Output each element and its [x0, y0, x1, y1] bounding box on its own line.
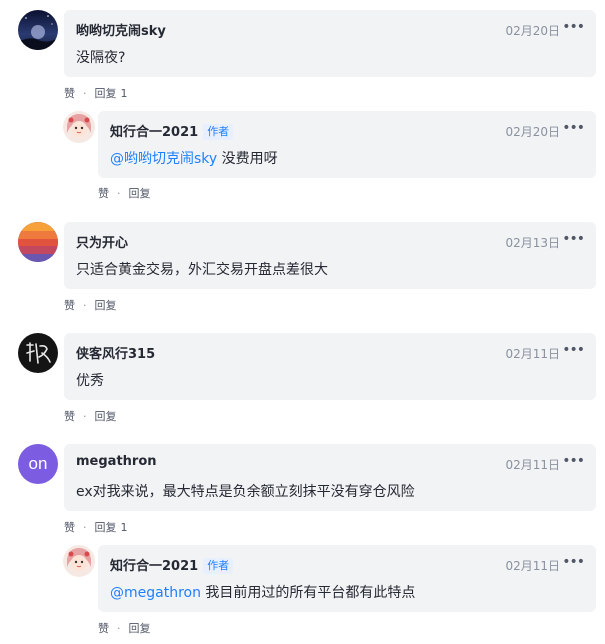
- user-avatar[interactable]: on: [18, 444, 58, 484]
- reply-label: 回复: [94, 521, 117, 534]
- doll-avatar: [63, 545, 95, 577]
- comment-actions: 赞 · 回复: [64, 297, 117, 313]
- doll-avatar: [63, 111, 95, 143]
- comment-text: @哟哟切克闹sky 没费用呀: [110, 148, 278, 168]
- comment-actions: 赞 · 回复 1: [64, 85, 128, 101]
- reply-button[interactable]: 回复: [129, 622, 151, 635]
- reply-bubble: 知行合一2021 作者 02月11日 ••• @megathron 我目前用过的所…: [98, 545, 596, 612]
- comment-actions: 赞 · 回复: [98, 620, 151, 636]
- comment-actions: 赞 · 回复: [98, 185, 151, 201]
- separator-dot: ·: [83, 299, 87, 312]
- like-button[interactable]: 赞: [64, 87, 75, 100]
- more-dots-icon[interactable]: •••: [562, 554, 585, 570]
- comment-actions: 赞 · 回复: [64, 408, 117, 424]
- night-sky-avatar: [18, 10, 58, 50]
- like-button[interactable]: 赞: [98, 187, 109, 200]
- more-dots-icon[interactable]: •••: [562, 342, 585, 358]
- reply-count: 1: [120, 87, 128, 100]
- comment-actions: 赞 · 回复 1: [64, 519, 128, 535]
- user-avatar[interactable]: [18, 10, 58, 50]
- initials-avatar: on: [28, 454, 48, 473]
- comment-date: 02月11日: [505, 458, 560, 472]
- username[interactable]: 知行合一2021: [110, 125, 198, 140]
- reply-button[interactable]: 回复: [95, 410, 117, 423]
- reply-button[interactable]: 回复 1: [95, 521, 128, 534]
- user-avatar[interactable]: [63, 111, 95, 143]
- reply-button[interactable]: 回复: [95, 299, 117, 312]
- user-avatar[interactable]: [18, 333, 58, 373]
- username[interactable]: 侠客风行315: [76, 343, 155, 362]
- comment-text: @megathron 我目前用过的所有平台都有此特点: [110, 582, 415, 602]
- more-dots-icon[interactable]: •••: [562, 120, 585, 136]
- mention-link[interactable]: @哟哟切克闹sky: [110, 151, 217, 167]
- reply-username-row: 知行合一2021 作者: [110, 555, 234, 574]
- comment-date: 02月20日: [505, 24, 560, 38]
- more-dots-icon[interactable]: •••: [562, 453, 585, 469]
- comment-text: 只适合黄金交易，外汇交易开盘点差很大: [76, 262, 328, 278]
- username[interactable]: 知行合一2021: [110, 559, 198, 574]
- like-button[interactable]: 赞: [64, 521, 75, 534]
- reply-text: 我目前用过的所有平台都有此特点: [200, 585, 416, 601]
- reply-text: 没费用呀: [217, 151, 278, 167]
- comment-date: 02月11日: [505, 347, 560, 361]
- reply-bubble: 知行合一2021 作者 02月20日 ••• @哟哟切克闹sky 没费用呀: [98, 111, 596, 178]
- more-dots-icon[interactable]: •••: [562, 19, 585, 35]
- comment-text: 没隔夜?: [76, 50, 126, 66]
- more-dots-icon[interactable]: •••: [562, 231, 585, 247]
- like-button[interactable]: 赞: [64, 410, 75, 423]
- reply-button[interactable]: 回复: [129, 187, 151, 200]
- user-avatar[interactable]: [18, 222, 58, 262]
- comment-date: 02月20日: [505, 125, 560, 139]
- separator-dot: ·: [117, 622, 121, 635]
- author-badge: 作者: [203, 558, 234, 574]
- separator-dot: ·: [83, 87, 87, 100]
- username[interactable]: 哟哟切克闹sky: [76, 20, 166, 39]
- user-avatar[interactable]: [63, 545, 95, 577]
- sunset-avatar: [18, 222, 58, 262]
- separator-dot: ·: [117, 187, 121, 200]
- reply-username-row: 知行合一2021 作者: [110, 121, 234, 140]
- mention-link[interactable]: @megathron: [110, 585, 201, 601]
- username[interactable]: megathron: [76, 454, 157, 469]
- comment-text: 优秀: [76, 373, 104, 389]
- calligraphy-avatar: [18, 333, 58, 373]
- comment-bubble: megathron 02月11日 ••• ex对我来说，最大特点是负余额立刻抹平…: [64, 444, 596, 511]
- reply-count: 1: [120, 521, 128, 534]
- like-button[interactable]: 赞: [64, 299, 75, 312]
- reply-label: 回复: [94, 87, 117, 100]
- separator-dot: ·: [83, 410, 87, 423]
- comment-bubble: 哟哟切克闹sky 02月20日 ••• 没隔夜?: [64, 10, 596, 77]
- comment-bubble: 只为开心 02月13日 ••• 只适合黄金交易，外汇交易开盘点差很大: [64, 222, 596, 289]
- author-badge: 作者: [203, 124, 234, 140]
- separator-dot: ·: [83, 521, 87, 534]
- comment-bubble: 侠客风行315 02月11日 ••• 优秀: [64, 333, 596, 400]
- username[interactable]: 只为开心: [76, 232, 128, 251]
- comment-date: 02月13日: [505, 236, 560, 250]
- reply-button[interactable]: 回复 1: [95, 87, 128, 100]
- like-button[interactable]: 赞: [98, 622, 109, 635]
- comment-text: ex对我来说，最大特点是负余额立刻抹平没有穿仓风险: [76, 484, 415, 500]
- comment-date: 02月11日: [505, 559, 560, 573]
